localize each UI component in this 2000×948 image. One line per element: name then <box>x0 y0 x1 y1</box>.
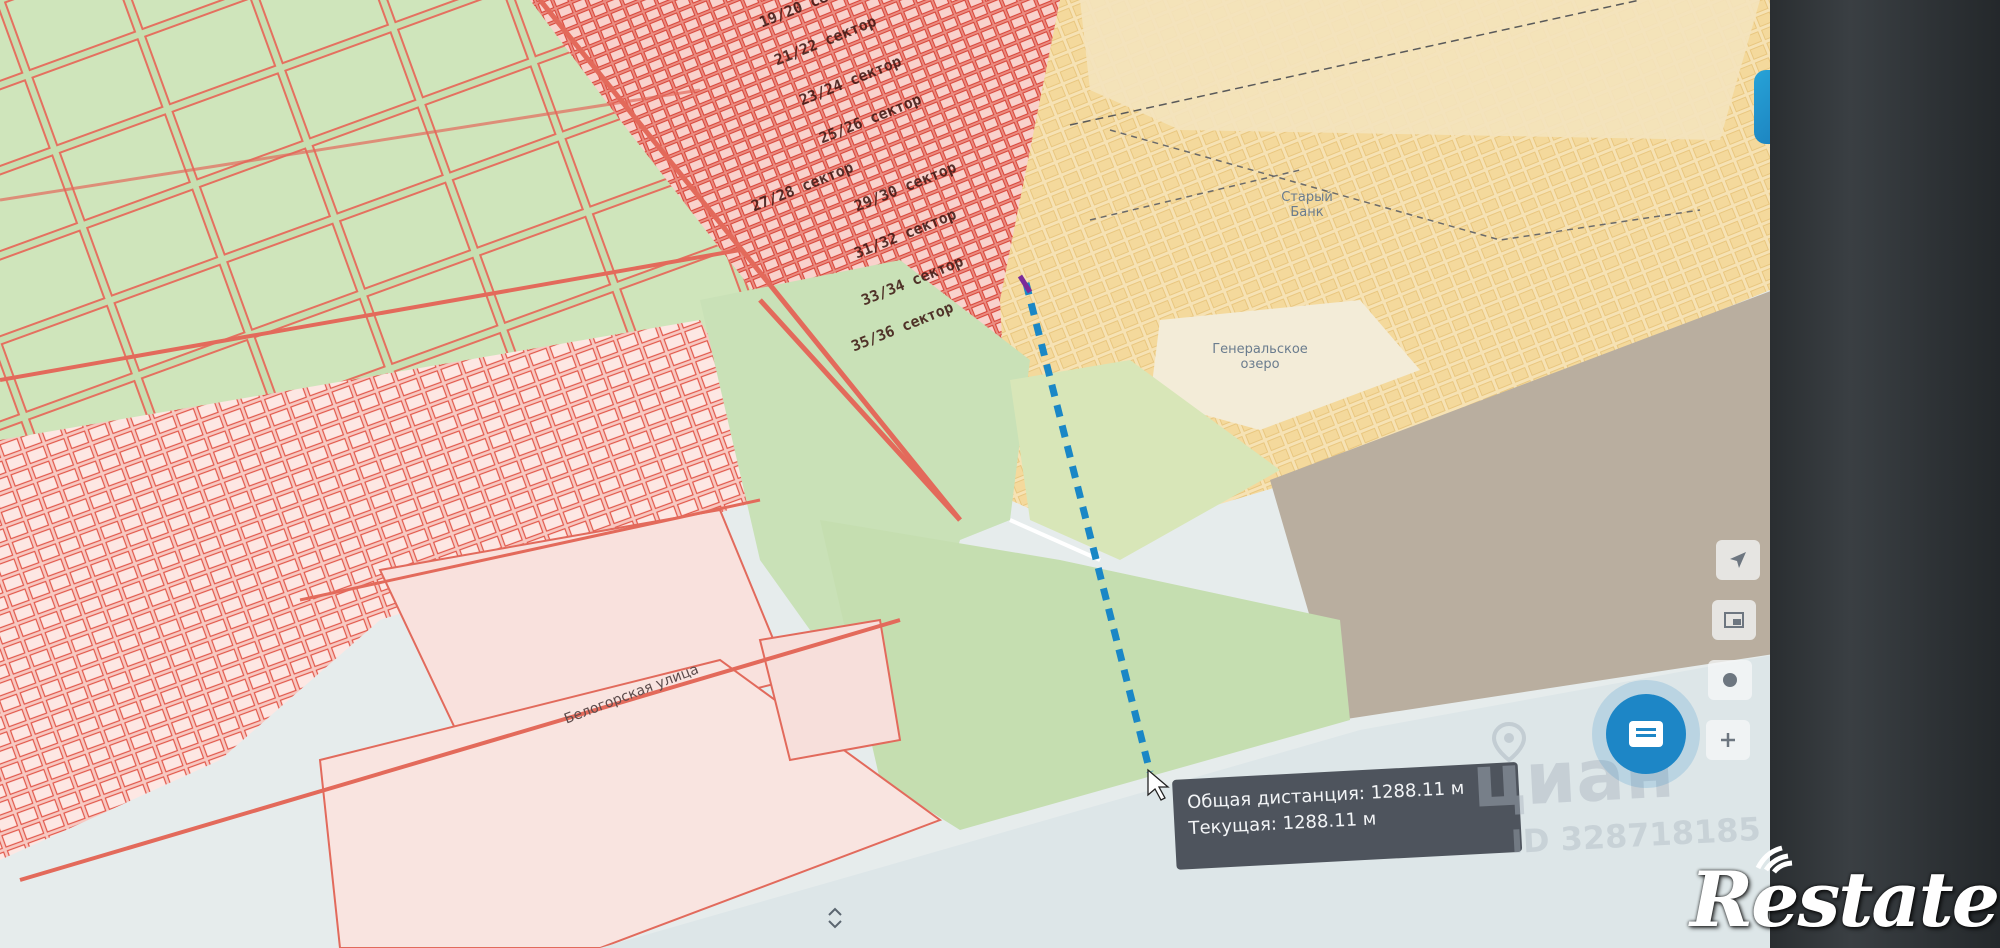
plus-icon[interactable] <box>1706 720 1750 760</box>
monitor-bezel <box>1770 0 2000 948</box>
place-label-general-lake: Генеральское озеро <box>1212 342 1308 372</box>
distance-tooltip: Общая дистанция: 1288.11 м Текущая: 1288… <box>1172 761 1523 870</box>
chevron-updown-icon[interactable] <box>815 905 855 935</box>
cadastral-map[interactable] <box>0 0 2000 948</box>
layers-icon[interactable] <box>1712 600 1756 640</box>
location-arrow-icon[interactable] <box>1716 540 1760 580</box>
restate-logo: Restate <box>1690 855 2000 944</box>
circle-icon[interactable] <box>1708 660 1752 700</box>
screen-photo: 19/20 сектор 21/22 сектор 23/24 сектор 2… <box>0 0 2000 948</box>
place-label-stary-bank: Старый Банк <box>1281 190 1333 220</box>
chat-icon[interactable] <box>1606 694 1686 774</box>
